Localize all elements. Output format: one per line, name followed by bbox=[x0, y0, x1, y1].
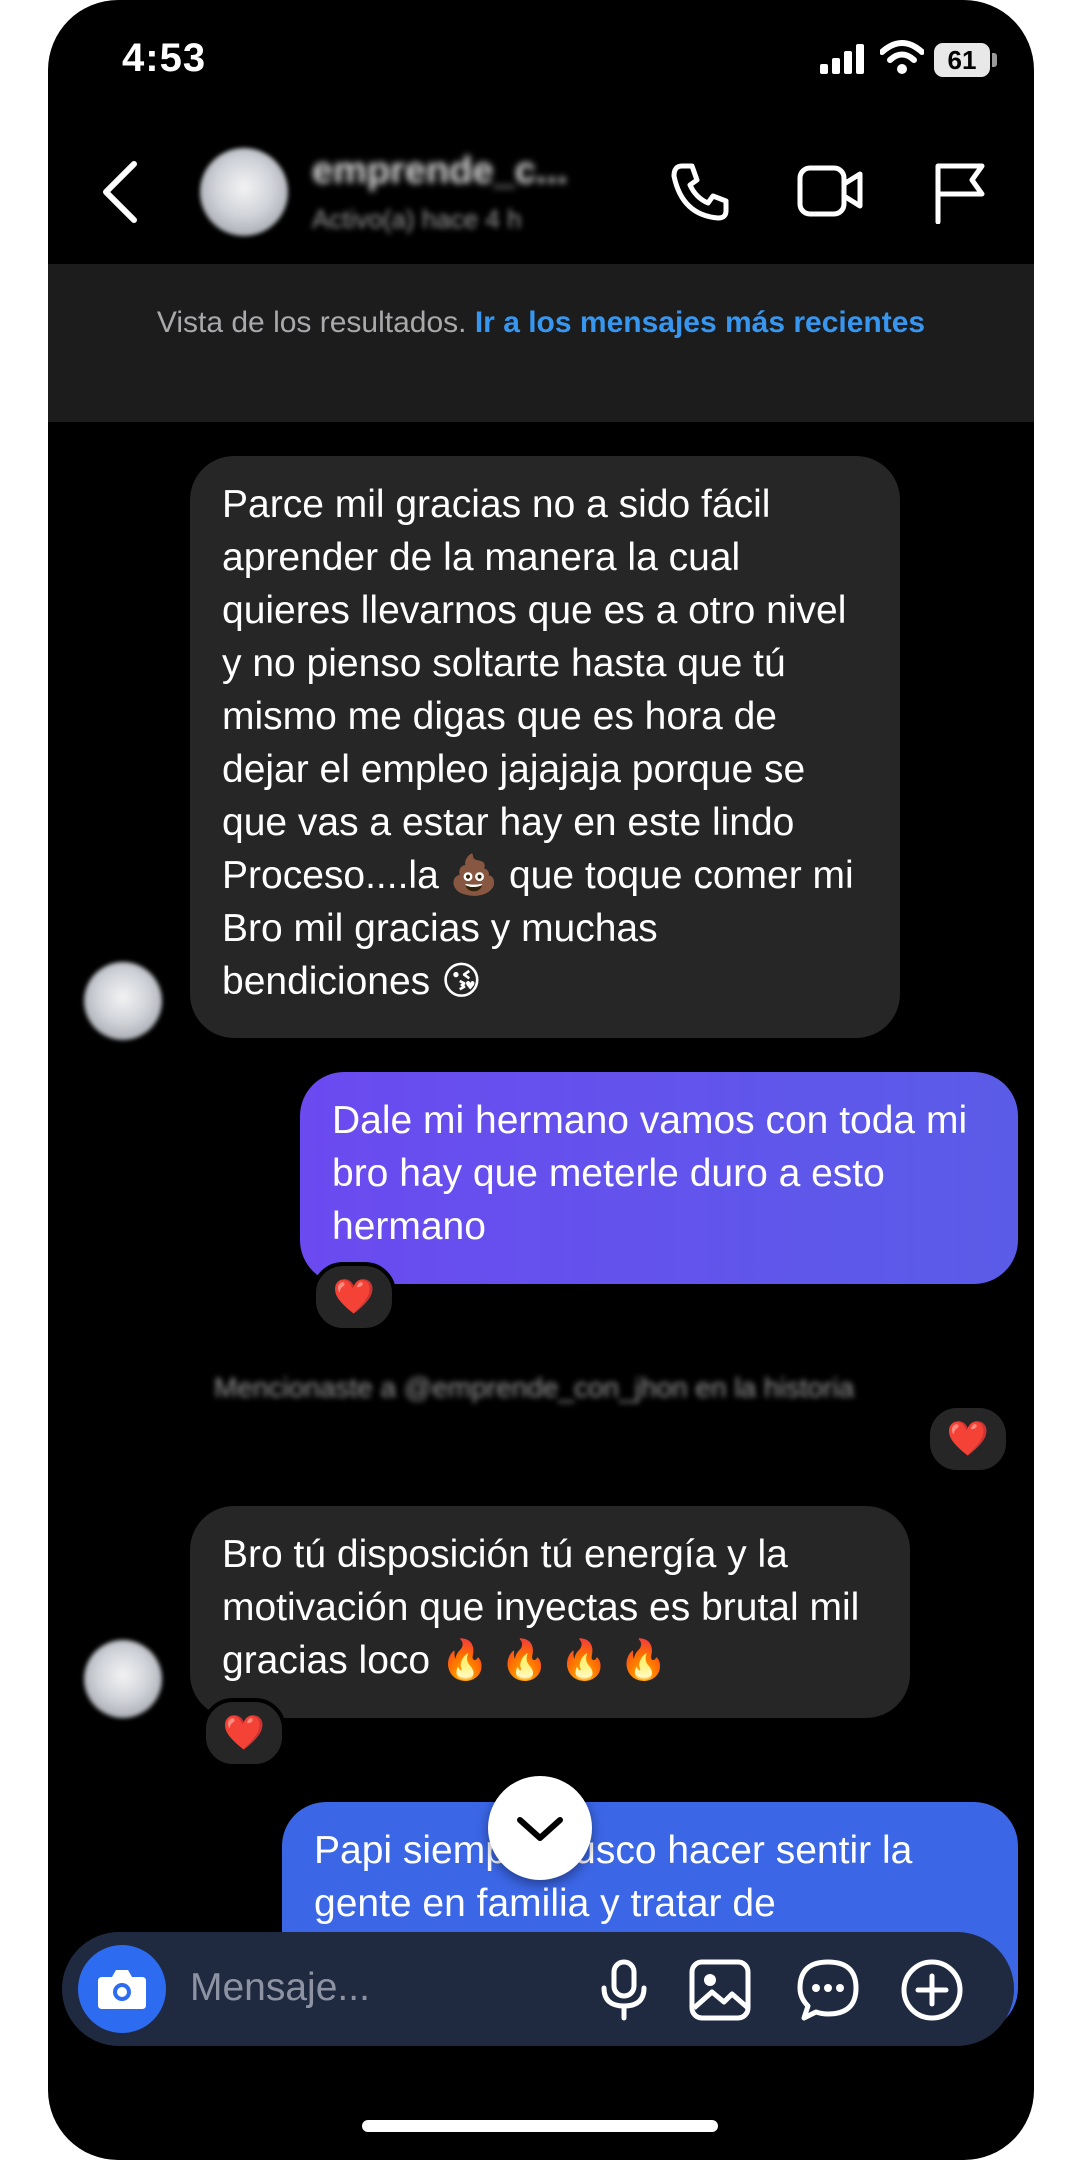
phone-screen: 4:53 61 emprende_c... Activo(a) hace 4 h… bbox=[48, 0, 1034, 2160]
incoming-message[interactable]: Bro tú disposición tú energía y la motiv… bbox=[190, 1506, 910, 1718]
battery-level: 61 bbox=[934, 43, 990, 77]
banner-text: Vista de los resultados. bbox=[156, 306, 467, 339]
status-time: 4:53 bbox=[122, 36, 207, 80]
home-indicator[interactable] bbox=[362, 2120, 718, 2132]
go-to-recent-messages-link[interactable]: Ir a los mensajes más recientes bbox=[475, 306, 925, 339]
camera-icon bbox=[98, 1970, 146, 2009]
outgoing-message[interactable]: Dale mi hermano vamos con toda mi bro ha… bbox=[300, 1072, 1018, 1284]
story-mention-text: Mencionaste a @emprende_con_jhon en la h… bbox=[214, 1372, 855, 1403]
contact-name[interactable]: emprende_c... bbox=[312, 150, 568, 193]
chevron-down-icon bbox=[517, 1817, 563, 1841]
back-icon[interactable] bbox=[100, 160, 140, 224]
phone-call-icon[interactable] bbox=[668, 160, 732, 224]
sticker-chat-icon[interactable] bbox=[796, 1958, 860, 2022]
heart-reaction[interactable]: ❤️ bbox=[312, 1262, 396, 1332]
microphone-icon[interactable] bbox=[596, 1958, 652, 2022]
scroll-to-bottom-button[interactable] bbox=[488, 1776, 592, 1880]
heart-reaction[interactable]: ❤️ bbox=[926, 1404, 1010, 1474]
wifi-icon bbox=[880, 40, 924, 74]
battery-cap bbox=[992, 53, 997, 67]
camera-button[interactable] bbox=[78, 1945, 166, 2033]
search-results-banner: Vista de los resultados. Ir a los mensaj… bbox=[48, 264, 1034, 422]
heart-reaction[interactable]: ❤️ bbox=[202, 1698, 286, 1768]
gallery-icon[interactable] bbox=[688, 1958, 752, 2022]
video-call-icon[interactable] bbox=[796, 160, 866, 220]
message-input[interactable]: Mensaje... bbox=[190, 1966, 370, 2010]
add-plus-icon[interactable] bbox=[900, 1958, 964, 2022]
incoming-message[interactable]: Parce mil gracias no a sido fácil aprend… bbox=[190, 456, 900, 1038]
flag-icon[interactable] bbox=[932, 162, 988, 224]
sender-avatar[interactable] bbox=[84, 1640, 162, 1718]
sender-avatar[interactable] bbox=[84, 962, 162, 1040]
signal-icon bbox=[820, 44, 864, 74]
contact-avatar[interactable] bbox=[200, 148, 288, 236]
contact-activity-status: Activo(a) hace 4 h bbox=[312, 204, 522, 234]
